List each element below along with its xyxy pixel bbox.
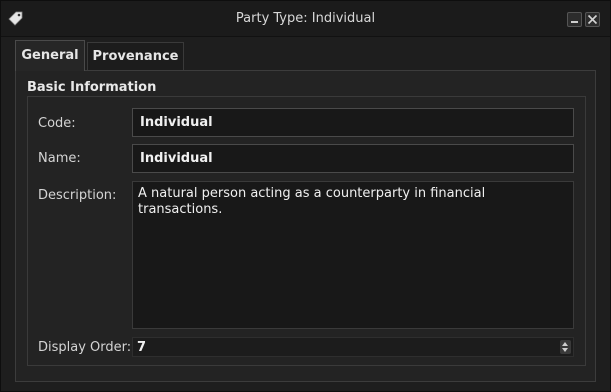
code-field[interactable]: Individual	[132, 108, 574, 137]
close-button[interactable]	[585, 12, 600, 27]
minimize-button[interactable]	[567, 12, 582, 27]
tab-general[interactable]: General	[15, 40, 85, 71]
spin-arrows-icon[interactable]	[560, 340, 571, 354]
description-textarea[interactable]: A natural person acting as a counterpart…	[132, 181, 574, 329]
display-order-label: Display Order:	[38, 340, 132, 355]
display-order-spinbox[interactable]: 7	[132, 337, 574, 357]
window-title: Party Type: Individual	[235, 11, 376, 26]
display-order-value: 7	[137, 340, 147, 355]
description-label: Description:	[38, 188, 117, 203]
dialog-window: Party Type: Individual General Provenanc…	[0, 0, 611, 392]
name-label: Name:	[38, 151, 81, 166]
title-bar[interactable]: Party Type: Individual	[1, 1, 610, 37]
name-field[interactable]: Individual	[132, 144, 574, 173]
code-label: Code:	[38, 116, 76, 131]
tab-provenance[interactable]: Provenance	[87, 42, 184, 70]
section-title: Basic Information	[27, 80, 157, 95]
close-icon	[587, 14, 598, 25]
